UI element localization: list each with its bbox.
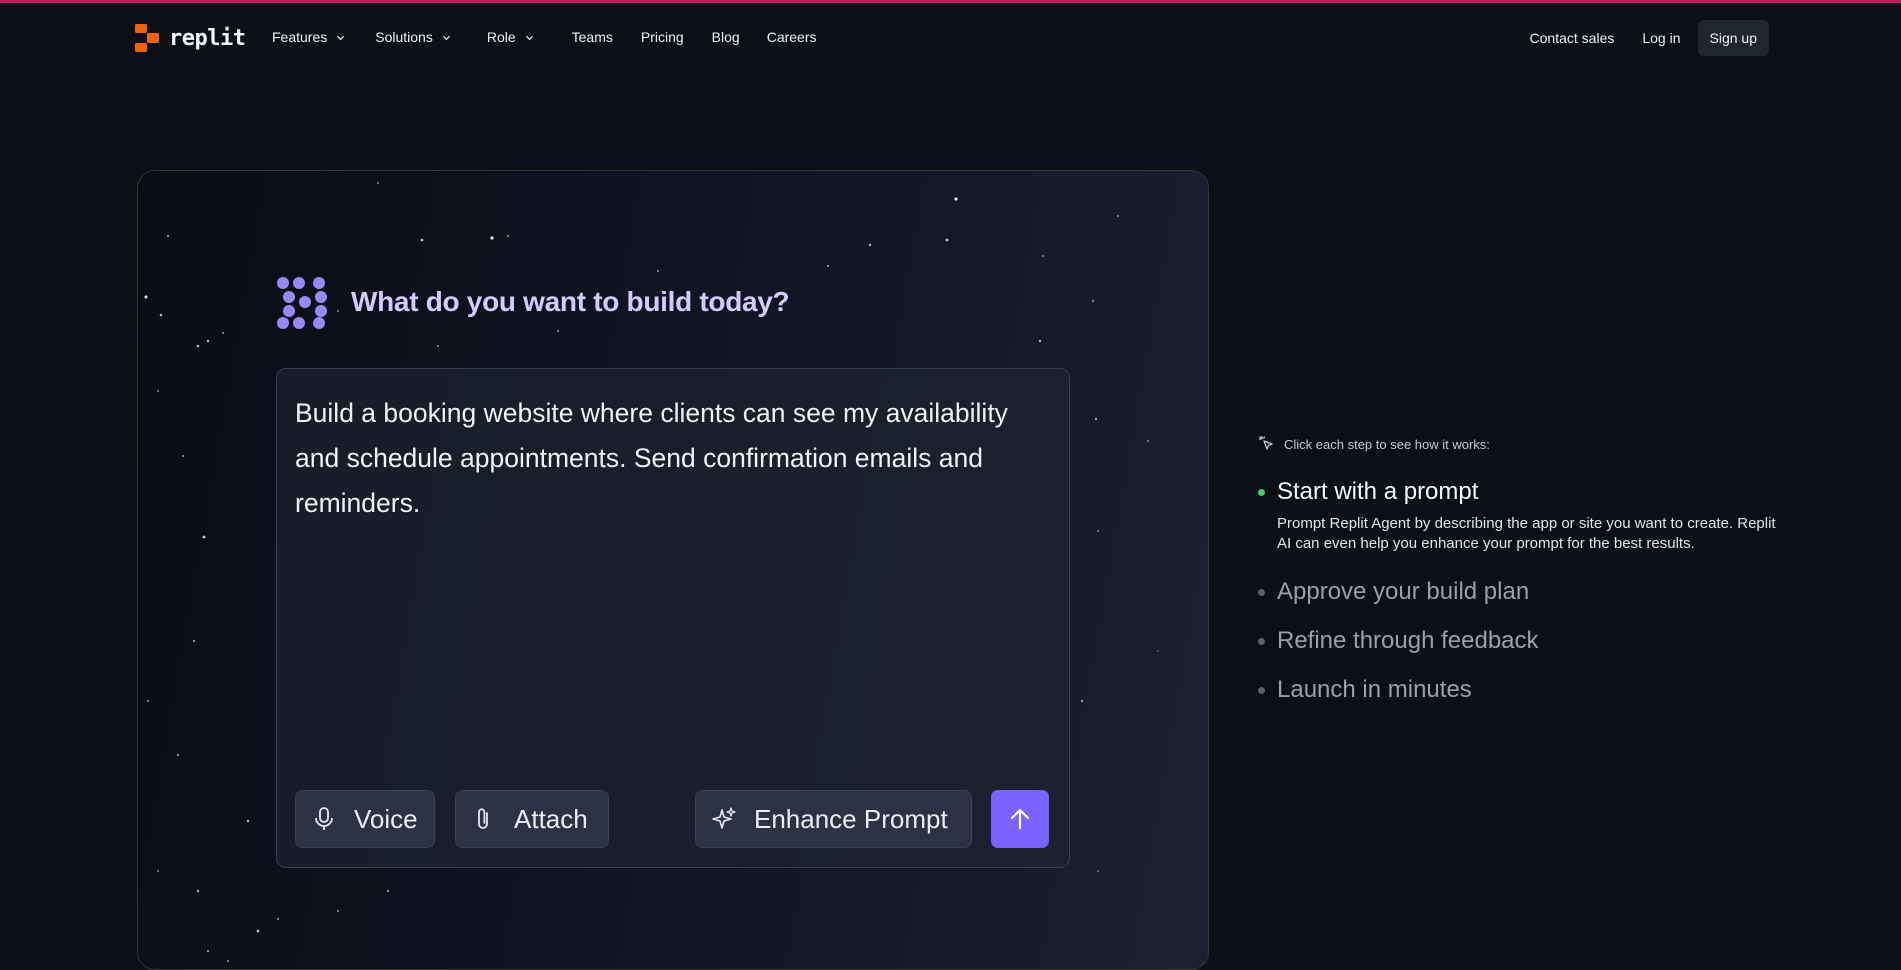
nav-label-solutions: Solutions: [375, 29, 433, 45]
nav-item-solutions[interactable]: Solutions: [375, 29, 451, 45]
nav-label-role: Role: [486, 29, 516, 45]
nav-label-blog: Blog: [711, 29, 740, 45]
enhance-prompt-label: Enhance Prompt: [754, 803, 948, 834]
chevron-down-icon: [442, 35, 450, 40]
replit-logo-icon: [135, 24, 159, 52]
step-approve-build-plan[interactable]: Approve your build plan: [1258, 578, 1778, 606]
sparkles-icon: [712, 807, 736, 829]
nav-label-careers: Careers: [766, 29, 817, 45]
arrow-up-icon: [1010, 808, 1030, 830]
voice-button[interactable]: Voice: [295, 790, 435, 848]
nav-item-blog[interactable]: Blog: [712, 29, 740, 45]
replit-logo[interactable]: replit: [135, 24, 246, 52]
nav-item-role[interactable]: Role: [487, 29, 534, 45]
contact-sales-link[interactable]: Contact sales: [1530, 30, 1615, 46]
agent-demo-card: What do you want to build today? Build a…: [137, 170, 1209, 970]
chevron-down-icon: [337, 35, 345, 40]
step-title: Approve your build plan: [1277, 578, 1530, 605]
nav-label-features: Features: [272, 29, 328, 45]
agent-icon: [277, 277, 327, 329]
step-dot: [1258, 589, 1265, 596]
step-title: Launch in minutes: [1277, 676, 1472, 703]
nav-label-teams: Teams: [571, 29, 613, 45]
step-active-dot: [1258, 489, 1265, 496]
prompt-text[interactable]: Build a booking website where clients ca…: [295, 391, 1055, 526]
nav-item-careers[interactable]: Careers: [767, 29, 817, 45]
step-start-with-prompt[interactable]: Start with a prompt Prompt Replit Agent …: [1258, 478, 1778, 554]
steps-hint-text: Click each step to see how it works:: [1284, 436, 1490, 452]
voice-label: Voice: [354, 803, 418, 834]
nav-item-teams[interactable]: Teams: [572, 29, 613, 45]
prompt-title: What do you want to build today?: [351, 286, 790, 317]
top-navigation: replit Features Solutions Role Teams Pri…: [0, 3, 1901, 71]
attach-label: Attach: [514, 803, 588, 834]
nav-links: Features Solutions Role Teams Pricing Bl…: [272, 29, 817, 45]
prompt-box[interactable]: Build a booking website where clients ca…: [276, 368, 1070, 868]
enhance-prompt-button[interactable]: Enhance Prompt: [695, 790, 972, 848]
send-prompt-button[interactable]: [991, 790, 1049, 848]
step-dot: [1258, 638, 1265, 645]
logo-text: replit: [169, 25, 246, 51]
how-it-works-steps: Click each step to see how it works: Sta…: [1258, 435, 1778, 704]
signup-button[interactable]: Sign up: [1697, 20, 1769, 56]
step-description: Prompt Replit Agent by describing the ap…: [1277, 515, 1776, 552]
nav-item-features[interactable]: Features: [272, 29, 345, 45]
cursor-click-icon: [1258, 435, 1273, 450]
nav-actions: Contact sales Log in Sign up: [1530, 20, 1769, 56]
steps-hint: Click each step to see how it works:: [1258, 435, 1778, 453]
step-title: Refine through feedback: [1277, 627, 1539, 654]
chevron-down-icon: [525, 35, 533, 40]
step-title: Start with a prompt: [1277, 478, 1479, 505]
nav-item-pricing[interactable]: Pricing: [641, 29, 684, 45]
login-link[interactable]: Log in: [1642, 30, 1680, 46]
step-refine-through-feedback[interactable]: Refine through feedback: [1258, 627, 1778, 655]
nav-label-pricing: Pricing: [640, 29, 684, 45]
step-launch-in-minutes[interactable]: Launch in minutes: [1258, 676, 1778, 704]
paperclip-icon: [478, 808, 488, 829]
step-dot: [1258, 687, 1265, 694]
attach-button[interactable]: Attach: [455, 790, 609, 848]
prompt-header: What do you want to build today?: [275, 275, 790, 329]
microphone-icon: [315, 807, 333, 830]
